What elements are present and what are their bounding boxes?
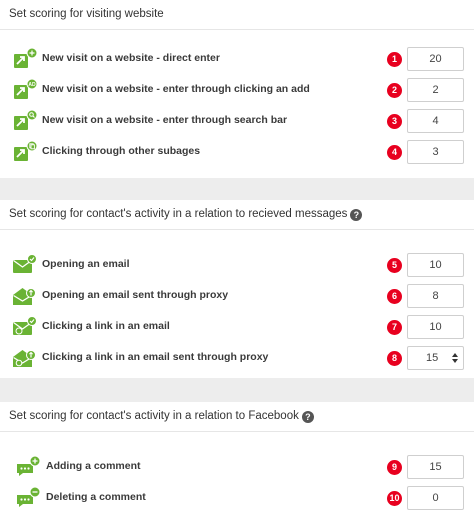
section-title: Set scoring for contact's activity in a …: [9, 410, 299, 422]
arrow-search-icon: [12, 109, 38, 133]
item-label: New visit on a website - enter through s…: [42, 114, 288, 126]
section-header: Set scoring for contact's activity in a …: [0, 200, 474, 230]
messages-activity-scoring-panel: Set scoring for contact's activity in a …: [0, 200, 474, 378]
score-input[interactable]: 15: [407, 455, 464, 479]
item-label: Adding a comment: [46, 460, 141, 472]
list-item: New visit on a website - direct enter 1 …: [0, 47, 474, 73]
score-input[interactable]: 20: [407, 47, 464, 71]
score-input[interactable]: 10: [407, 253, 464, 277]
item-label: Opening an email sent through proxy: [42, 289, 229, 301]
item-label: Opening an email: [42, 258, 130, 270]
comment-remove-icon: [16, 486, 42, 510]
item-label: New visit on a website - direct enter: [42, 52, 220, 64]
envelope-check-icon: [12, 253, 38, 277]
item-label: Clicking a link in an email sent through…: [42, 351, 269, 363]
score-input[interactable]: 3: [407, 140, 464, 164]
step-badge: 2: [387, 83, 402, 98]
score-input[interactable]: 8: [407, 284, 464, 308]
score-input[interactable]: 0: [407, 486, 464, 510]
step-badge: 10: [387, 491, 402, 506]
section-title: Set scoring for contact's activity in a …: [9, 208, 348, 220]
stepper-value: 15: [426, 352, 439, 364]
step-badge: 4: [387, 145, 402, 160]
help-icon[interactable]: ?: [350, 209, 363, 221]
item-label: Clicking through other subages: [42, 145, 201, 157]
arrow-plus-icon: [12, 47, 38, 71]
list-item: Adding a comment 9 15: [0, 455, 474, 481]
step-badge: 8: [387, 351, 402, 366]
list-item: AD New visit on a website - enter throug…: [0, 78, 474, 104]
step-badge: 9: [387, 460, 402, 475]
step-badge: 6: [387, 289, 402, 304]
list-item: Deleting a comment 10 0: [0, 486, 474, 512]
envelope-link-icon: [12, 315, 38, 339]
section-title: Set scoring for visiting website: [0, 0, 474, 30]
list-item: Opening an email sent through proxy 6 8: [0, 284, 474, 310]
item-label: Clicking a link in an email: [42, 320, 170, 332]
help-icon[interactable]: ?: [301, 411, 314, 423]
spin-arrows-icon[interactable]: [451, 351, 459, 365]
facebook-activity-scoring-panel: Set scoring for contact's activity in a …: [0, 402, 474, 518]
list-item: Opening an email 5 10: [0, 253, 474, 279]
item-label: Deleting a comment: [46, 491, 146, 503]
step-badge: 1: [387, 52, 402, 67]
envelope-link-proxy-icon: [12, 346, 38, 370]
section-header: Set scoring for contact's activity in a …: [0, 402, 474, 432]
arrow-pages-icon: [12, 140, 38, 164]
arrow-ad-icon: AD: [12, 78, 38, 102]
step-badge: 3: [387, 114, 402, 129]
svg-text:AD: AD: [28, 82, 36, 88]
item-label: New visit on a website - enter through c…: [42, 83, 310, 95]
list-item: Clicking through other subages 4 3: [0, 140, 474, 166]
list-item: Clicking a link in an email sent through…: [0, 346, 474, 372]
score-stepper[interactable]: 15: [407, 346, 464, 370]
list-item: New visit on a website - enter through s…: [0, 109, 474, 135]
step-badge: 7: [387, 320, 402, 335]
website-visit-scoring-panel: Set scoring for visiting website New vis…: [0, 0, 474, 178]
comment-add-icon: [16, 455, 42, 479]
envelope-open-proxy-icon: [12, 284, 38, 308]
score-input[interactable]: 2: [407, 78, 464, 102]
score-input[interactable]: 10: [407, 315, 464, 339]
list-item: Clicking a link in an email 7 10: [0, 315, 474, 341]
score-input[interactable]: 4: [407, 109, 464, 133]
step-badge: 5: [387, 258, 402, 273]
